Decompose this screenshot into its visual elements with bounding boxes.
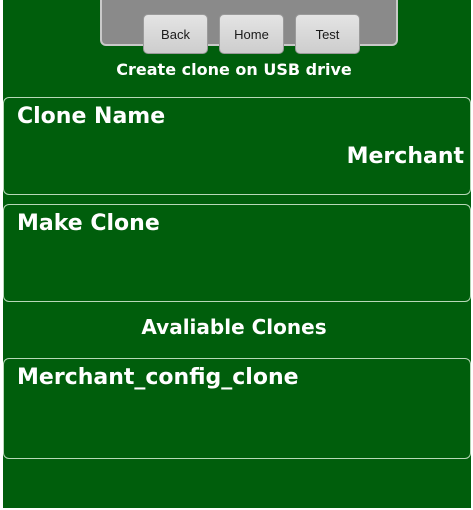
clone-name-label: Clone Name [17, 104, 166, 129]
home-button[interactable]: Home [219, 14, 284, 54]
make-clone-button[interactable]: Make Clone [3, 204, 471, 302]
clone-list-item[interactable]: Merchant_config_clone [3, 358, 471, 459]
clone-name-field[interactable]: Clone Name Merchant [3, 97, 471, 195]
clone-item-name: Merchant_config_clone [17, 365, 299, 390]
make-clone-label: Make Clone [17, 211, 160, 236]
available-clones-heading: Avaliable Clones [141, 315, 327, 339]
page-title: Create clone on USB drive [116, 60, 352, 79]
test-button[interactable]: Test [295, 14, 360, 54]
clone-name-value: Merchant [346, 144, 464, 169]
back-button[interactable]: Back [143, 14, 208, 54]
